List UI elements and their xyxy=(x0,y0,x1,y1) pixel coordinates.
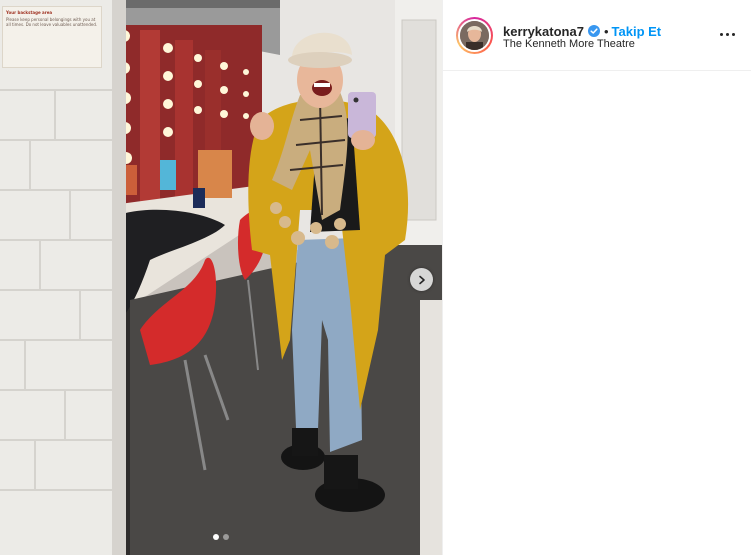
backstage-notice: Your backstage area Please keep personal… xyxy=(2,6,102,68)
avatar-image xyxy=(460,21,489,50)
username-link[interactable]: kerrykatona7 xyxy=(503,24,584,39)
more-options-button[interactable] xyxy=(717,26,737,42)
follow-button[interactable]: Takip Et xyxy=(612,24,662,39)
location-link[interactable]: The Kenneth More Theatre xyxy=(503,38,635,50)
more-options-icon xyxy=(719,32,723,36)
carousel-dot-active xyxy=(213,534,219,540)
carousel-indicator xyxy=(0,534,442,540)
avatar[interactable] xyxy=(456,17,493,54)
next-photo-button[interactable] xyxy=(410,268,433,291)
photo-scene xyxy=(0,0,442,555)
carousel-dot xyxy=(223,534,229,540)
post-photo[interactable]: Your backstage area Please keep personal… xyxy=(0,0,442,555)
post-side-panel: kerrykatona7 • Takip Et The Kenneth More… xyxy=(442,0,751,555)
notice-heading: Your backstage area xyxy=(6,10,53,15)
profile-photo-icon xyxy=(460,21,489,50)
verified-badge-icon xyxy=(587,25,600,37)
notice-body: Please keep personal belongings with you… xyxy=(6,17,98,27)
chevron-right-icon xyxy=(418,275,425,284)
separator-dot: • xyxy=(603,23,609,39)
post-header: kerrykatona7 • Takip Et The Kenneth More… xyxy=(443,0,751,71)
